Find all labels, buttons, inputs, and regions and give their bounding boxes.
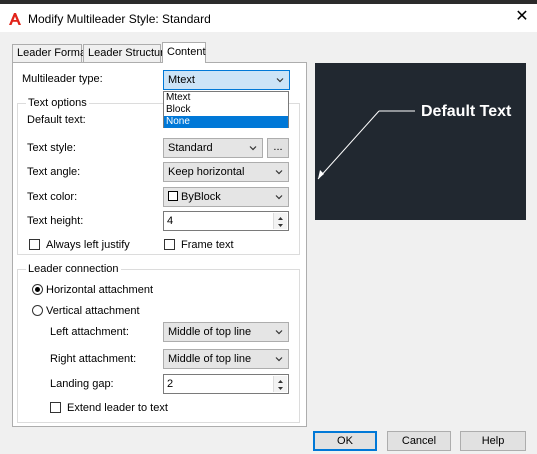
extend-leader-label: Extend leader to text (67, 402, 168, 414)
extend-leader-checkbox[interactable] (50, 402, 61, 413)
spinner-buttons (273, 213, 287, 229)
text-height-spinner[interactable]: 4 (163, 211, 289, 231)
tab-label: Leader Structure (88, 47, 170, 59)
multileader-type-dropdown-list: Mtext Block None (163, 91, 289, 128)
always-left-justify-checkbox[interactable] (29, 239, 40, 250)
spinner-buttons (273, 376, 287, 392)
right-attachment-value: Middle of top line (168, 353, 252, 365)
help-button[interactable]: Help (460, 431, 526, 451)
ok-button[interactable]: OK (313, 431, 377, 451)
tab-leader-format[interactable]: Leader Format (12, 44, 89, 62)
color-swatch (168, 191, 178, 201)
title-bar: Modify Multileader Style: Standard ✕ (0, 4, 537, 32)
left-attachment-label: Left attachment: (50, 326, 129, 338)
landing-gap-spinner[interactable]: 2 (163, 374, 289, 394)
spin-down-icon[interactable] (274, 221, 287, 229)
multileader-type-value: Mtext (168, 74, 195, 86)
text-angle-select[interactable]: Keep horizontal (163, 162, 289, 182)
chevron-down-icon (248, 142, 258, 154)
preview-panel: Default Text (315, 63, 526, 220)
text-style-browse-button[interactable]: ... (267, 138, 289, 158)
multileader-type-label: Multileader type: (22, 73, 103, 85)
left-attachment-value: Middle of top line (168, 326, 252, 338)
text-angle-value: Keep horizontal (168, 166, 245, 178)
vertical-attachment-radio[interactable] (32, 305, 43, 316)
text-style-select[interactable]: Standard (163, 138, 263, 158)
tab-leader-structure[interactable]: Leader Structure (83, 44, 170, 62)
text-style-label: Text style: (27, 142, 76, 154)
horizontal-attachment-radio[interactable] (32, 284, 43, 295)
window-title: Modify Multileader Style: Standard (28, 12, 211, 26)
preview-default-text: Default Text (421, 103, 512, 120)
vertical-attachment-label: Vertical attachment (46, 305, 140, 317)
multileader-type-select[interactable]: Mtext (163, 70, 290, 90)
radio-selected-dot (35, 287, 40, 292)
chevron-down-icon (275, 74, 285, 86)
modify-multileader-style-dialog: Modify Multileader Style: Standard ✕ Lea… (0, 0, 537, 454)
horizontal-attachment-label: Horizontal attachment (46, 284, 153, 296)
frame-text-label: Frame text (181, 239, 234, 251)
leader-line (317, 110, 380, 180)
text-height-value: 4 (167, 215, 174, 227)
spin-up-icon[interactable] (274, 376, 287, 384)
cancel-button[interactable]: Cancel (387, 431, 451, 451)
text-style-value: Standard (168, 142, 213, 154)
leader-connection-title: Leader connection (26, 263, 121, 275)
text-color-label: Text color: (27, 191, 78, 203)
leader-preview-drawing: Default Text (317, 103, 512, 180)
text-angle-label: Text angle: (27, 166, 81, 178)
spin-up-icon[interactable] (274, 213, 287, 221)
text-options-title: Text options (26, 97, 89, 109)
text-color-select[interactable]: ByBlock (163, 187, 289, 207)
default-text-label: Default text: (27, 114, 86, 126)
arrowhead-icon (318, 170, 324, 179)
right-attachment-select[interactable]: Middle of top line (163, 349, 289, 369)
tab-label: Content (167, 46, 206, 58)
chevron-down-icon (274, 166, 284, 178)
always-left-justify-label: Always left justify (46, 239, 130, 251)
landing-gap-value: 2 (167, 378, 174, 390)
tab-content[interactable]: Content (162, 42, 206, 63)
tab-label: Leader Format (17, 47, 90, 59)
left-attachment-select[interactable]: Middle of top line (163, 322, 289, 342)
dropdown-option-mtext[interactable]: Mtext (164, 92, 288, 104)
text-color-value: ByBlock (181, 191, 221, 203)
text-height-label: Text height: (27, 215, 84, 227)
autocad-a-icon (9, 13, 21, 25)
chevron-down-icon (274, 191, 284, 203)
close-icon[interactable]: ✕ (512, 7, 532, 27)
right-attachment-label: Right attachment: (50, 353, 137, 365)
dropdown-option-block[interactable]: Block (164, 104, 288, 116)
landing-gap-label: Landing gap: (50, 378, 114, 390)
spin-down-icon[interactable] (274, 384, 287, 392)
chevron-down-icon (274, 326, 284, 338)
dropdown-option-none[interactable]: None (164, 116, 288, 128)
frame-text-checkbox[interactable] (164, 239, 175, 250)
chevron-down-icon (274, 353, 284, 365)
